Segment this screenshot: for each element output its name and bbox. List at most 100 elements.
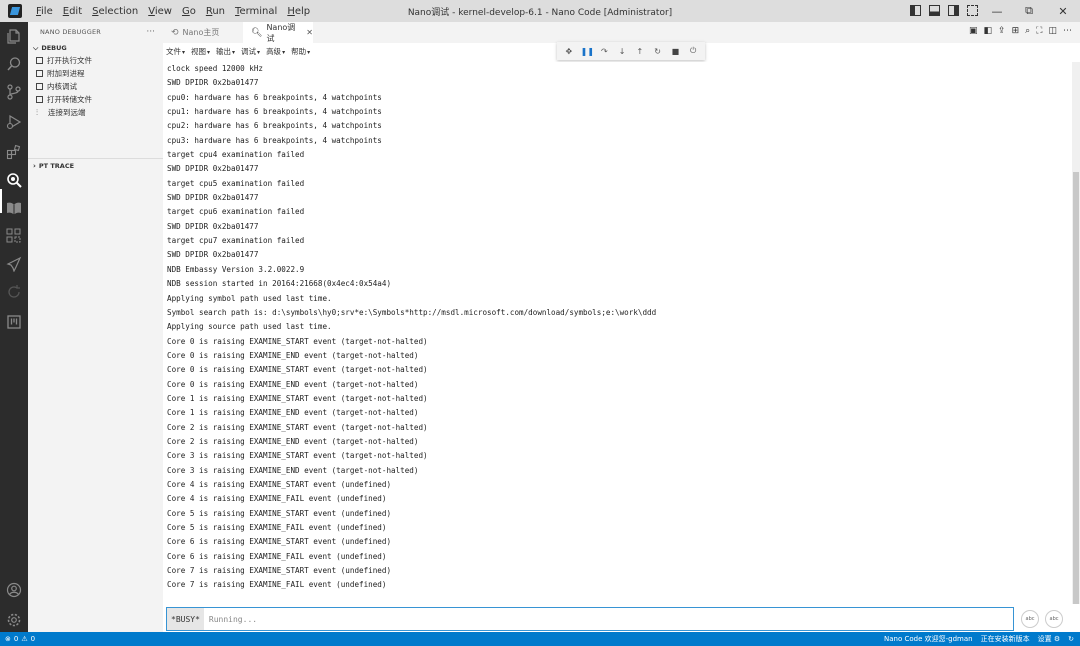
console-line: Core 0 is raising EXAMINE_END event (tar…: [167, 379, 419, 389]
status-bar: ⊗ 0 ⚠ 0 Nano Code 欢迎您-gdman 正在安装新版本 设置 ⚙…: [0, 632, 1080, 646]
console-line: target cpu5 examination failed: [167, 178, 305, 188]
tab-label: Nano调试: [266, 22, 296, 43]
problems-indicator[interactable]: ⊗ 0 ⚠ 0: [0, 635, 35, 643]
menu-debug-cn[interactable]: 调试▾: [241, 46, 260, 57]
run-debug-icon[interactable]: [6, 114, 22, 130]
menu-help-cn[interactable]: 帮助▾: [291, 46, 310, 57]
account-icon[interactable]: [6, 582, 22, 598]
case-sensitive-button[interactable]: abc: [1021, 610, 1039, 628]
layout-action-icon[interactable]: ▣: [969, 26, 978, 36]
extensions-icon[interactable]: [6, 144, 22, 160]
sidebar-item-label: 打开执行文件: [47, 56, 92, 65]
sidebar-item-kernel-debug[interactable]: 内核调试: [28, 80, 163, 93]
menu-output-cn[interactable]: 输出▾: [216, 46, 235, 57]
menu-selection[interactable]: Selection: [87, 6, 143, 17]
console-line: target cpu4 examination failed: [167, 150, 305, 160]
step-out-icon[interactable]: ↑: [634, 47, 646, 56]
console-line: SWD DPIDR 0x2ba01477: [167, 164, 259, 174]
search-icon[interactable]: [6, 56, 22, 72]
pt-trace-section-header[interactable]: › PT TRACE: [28, 160, 74, 172]
fullscreen-action-icon[interactable]: ⛶: [1036, 26, 1042, 36]
more-actions-icon[interactable]: ···: [146, 27, 155, 37]
notification-icon[interactable]: ↻: [1068, 635, 1074, 643]
caret-down-icon: ▾: [182, 49, 186, 56]
stop-icon[interactable]: ■: [669, 47, 681, 56]
split-action-icon[interactable]: ◧: [984, 26, 993, 36]
disconnect-icon[interactable]: ⏻: [687, 46, 699, 56]
table-action-icon[interactable]: ⊞: [1012, 26, 1020, 36]
close-tab-icon[interactable]: ✕: [306, 28, 313, 37]
toggle-panel-icon[interactable]: [929, 5, 940, 16]
debug-console-output[interactable]: clock speed 12000 kHz SWD DPIDR 0x2ba0147…: [163, 62, 1070, 602]
console-scrollbar[interactable]: [1072, 62, 1080, 604]
sidebar-item-connect-remote[interactable]: ⫶ 连接到远端: [28, 106, 163, 119]
menu-file-cn[interactable]: 文件▾: [166, 46, 185, 57]
editor-tab-bar: ⟲ Nano主页 🔍︎ Nano调试 ✕ ▣ ◧ ⇪ ⊞ ⌕ ⛶ ◫ ⋯: [163, 22, 1080, 43]
menu-view[interactable]: View: [143, 6, 177, 17]
caret-down-icon: ▾: [307, 49, 311, 56]
files-icon[interactable]: [6, 28, 22, 44]
warning-count: 0: [30, 635, 36, 643]
apps-icon[interactable]: [6, 228, 22, 244]
console-line: Symbol search path is: d:\symbols\hy0;sr…: [167, 307, 657, 317]
menu-view-cn[interactable]: 视图▾: [191, 46, 210, 57]
install-status[interactable]: 正在安装新版本: [981, 634, 1030, 644]
nano-debug-icon[interactable]: [6, 172, 22, 188]
menu-run[interactable]: Run: [201, 6, 230, 17]
toggle-sidebar-icon[interactable]: [910, 5, 921, 16]
board-icon[interactable]: [6, 314, 22, 330]
console-line: Core 2 is raising EXAMINE_END event (tar…: [167, 436, 419, 446]
restore-button[interactable]: ⧉: [1012, 0, 1046, 22]
menu-edit[interactable]: Edit: [58, 6, 87, 17]
document-icon: [36, 96, 43, 103]
split-editor-icon[interactable]: ◫: [1048, 26, 1057, 36]
sidebar-item-open-executable[interactable]: 打开执行文件: [28, 54, 163, 67]
sidebar-item-label: 连接到远端: [48, 108, 86, 117]
pause-icon[interactable]: ❚❚: [581, 47, 594, 56]
step-into-icon[interactable]: ↓: [616, 47, 628, 56]
console-line: Core 5 is raising EXAMINE_FAIL event (un…: [167, 523, 387, 532]
minimize-button[interactable]: —: [980, 0, 1014, 22]
console-line: Core 7 is raising EXAMINE_START event (u…: [167, 566, 392, 576]
warning-icon: ⚠: [21, 635, 28, 643]
scrollbar-thumb[interactable]: [1073, 172, 1079, 604]
step-over-icon[interactable]: ↷: [598, 47, 610, 56]
settings-gear-icon[interactable]: [6, 612, 22, 628]
close-window-button[interactable]: ✕: [1046, 0, 1080, 22]
error-count: 0: [13, 635, 19, 643]
console-line: NDB Embassy Version 3.2.0022.9: [167, 264, 305, 274]
zoom-action-icon[interactable]: ⌕: [1025, 26, 1030, 36]
sidebar-item-attach-process[interactable]: 附加到进程: [28, 67, 163, 80]
command-input[interactable]: [203, 608, 1013, 630]
menu-terminal[interactable]: Terminal: [230, 6, 282, 17]
settings-status[interactable]: 设置 ⚙: [1038, 634, 1061, 644]
book-icon[interactable]: [6, 200, 22, 216]
restart-icon[interactable]: ↻: [652, 47, 664, 56]
move-handle-icon[interactable]: ✥: [563, 47, 575, 56]
menu-file[interactable]: File: [31, 6, 58, 17]
customize-layout-icon[interactable]: [967, 5, 978, 16]
document-icon: [36, 57, 43, 64]
caret-down-icon: ▾: [282, 49, 286, 56]
sidebar-item-open-dump[interactable]: 打开转储文件: [28, 93, 163, 106]
sync-icon[interactable]: [6, 284, 22, 300]
source-control-icon[interactable]: [6, 84, 22, 100]
tab-nano-debug[interactable]: 🔍︎ Nano调试 ✕: [243, 22, 313, 43]
toggle-secondary-sidebar-icon[interactable]: [948, 5, 959, 16]
menu-advanced-cn[interactable]: 高级▾: [266, 46, 285, 57]
menu-go[interactable]: Go: [177, 6, 201, 17]
more-tab-actions-icon[interactable]: ⋯: [1063, 26, 1072, 36]
command-bar: *BUSY*: [166, 607, 1014, 631]
debug-section-header[interactable]: ⌵ DEBUG: [28, 42, 163, 54]
tab-nano-home[interactable]: ⟲ Nano主页: [163, 22, 243, 43]
console-line: clock speed 12000 kHz: [167, 64, 264, 73]
active-indicator: [0, 189, 2, 213]
user-status[interactable]: Nano Code 欢迎您-gdman: [884, 634, 973, 644]
rocket-icon[interactable]: [6, 256, 22, 273]
share-action-icon[interactable]: ⇪: [998, 26, 1006, 36]
whole-word-button[interactable]: abc: [1045, 610, 1063, 628]
console-line: NDB session started in 20164:21668(0x4ec…: [167, 279, 392, 289]
error-icon: ⊗: [5, 635, 11, 643]
console-line: Applying symbol path used last time.: [167, 293, 332, 303]
menu-help[interactable]: Help: [282, 6, 315, 17]
